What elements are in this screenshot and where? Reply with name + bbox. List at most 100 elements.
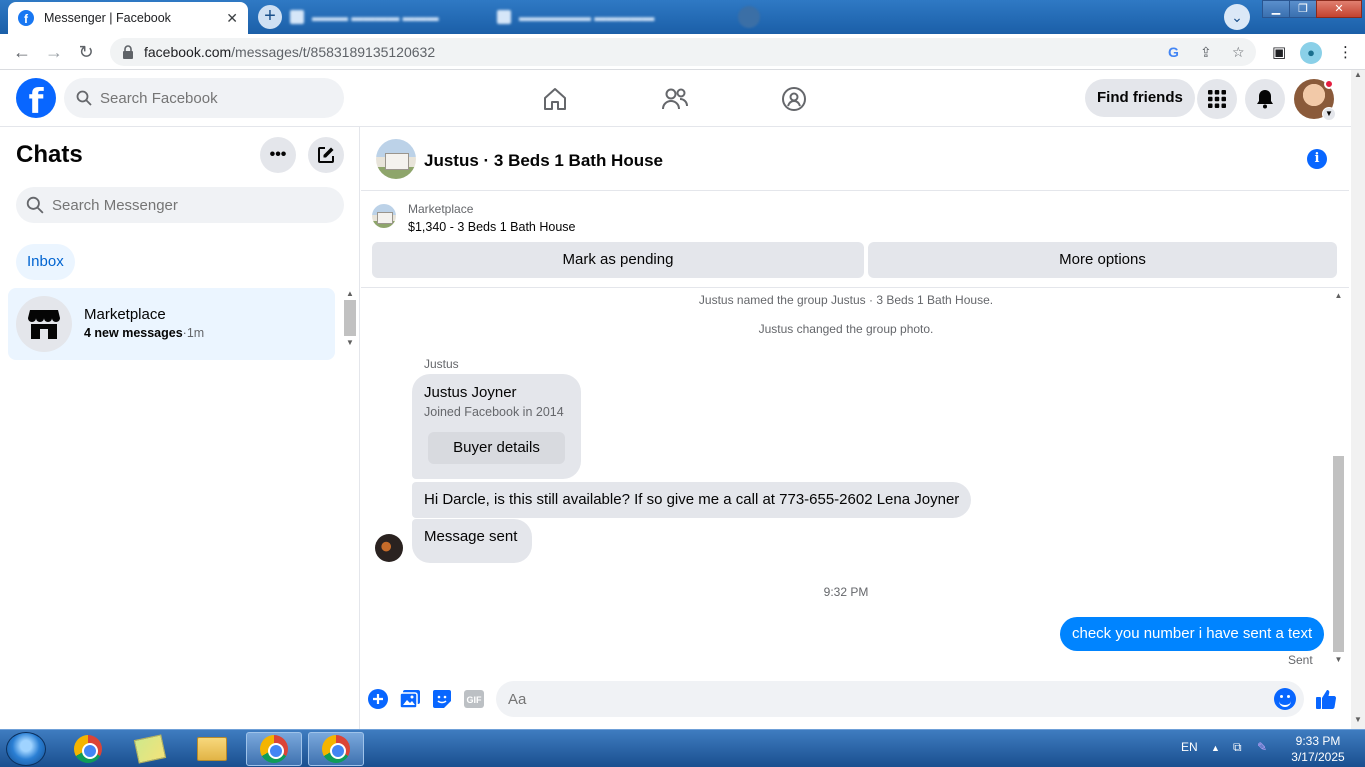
facebook-search-box[interactable] bbox=[64, 78, 344, 118]
chat-options-button[interactable]: ••• bbox=[260, 137, 296, 173]
show-hidden-icons-icon[interactable]: ▲ bbox=[1211, 743, 1220, 753]
browser-tab-blurred[interactable]: ▬▬▬▬▬▬ ▬▬▬▬▬ bbox=[497, 6, 727, 28]
gif-icon[interactable]: GIF bbox=[463, 688, 485, 710]
browser-tab-messenger[interactable]: f Messenger | Facebook ✕ bbox=[8, 2, 248, 34]
listing-title[interactable]: $1,340 - 3 Beds 1 Bath House bbox=[408, 220, 575, 234]
like-thumbs-up-icon[interactable] bbox=[1315, 688, 1337, 710]
more-options-button[interactable]: More options bbox=[868, 242, 1337, 278]
incoming-message-bubble[interactable]: Hi Darcle, is this still available? If s… bbox=[412, 482, 972, 518]
taskbar-chrome-icon[interactable] bbox=[60, 732, 116, 766]
taskbar-sticky-notes-icon[interactable] bbox=[122, 732, 178, 766]
scroll-down-arrow-icon[interactable]: ▼ bbox=[343, 338, 357, 347]
message-composer: GIF bbox=[361, 670, 1349, 728]
clock-date: 3/17/2025 bbox=[1291, 750, 1345, 764]
outgoing-message-bubble[interactable]: check you number i have sent a text bbox=[1060, 617, 1325, 651]
message-thread: Justus named the group Justus · 3 Beds 1… bbox=[361, 289, 1349, 669]
scroll-up-arrow-icon[interactable]: ▲ bbox=[1331, 291, 1346, 303]
incoming-message-bubble[interactable]: Message sent bbox=[412, 519, 533, 563]
back-arrow-icon[interactable]: ← bbox=[10, 40, 34, 64]
new-tab-button[interactable]: + bbox=[258, 5, 282, 29]
message-input-box[interactable] bbox=[496, 681, 1304, 717]
url-host: facebook.com bbox=[144, 44, 232, 60]
scrollbar-thumb[interactable] bbox=[1333, 456, 1344, 652]
buyer-details-button[interactable]: Buyer details bbox=[428, 432, 565, 464]
chrome-profile-icon[interactable]: ● bbox=[1300, 42, 1322, 64]
pen-tray-icon[interactable]: ✎ bbox=[1257, 740, 1267, 754]
friends-nav-icon[interactable] bbox=[655, 82, 695, 116]
taskbar-chrome-window-icon[interactable] bbox=[246, 732, 302, 766]
new-message-button[interactable] bbox=[308, 137, 344, 173]
menu-grid-icon[interactable] bbox=[1197, 79, 1237, 119]
emoji-icon[interactable] bbox=[1274, 688, 1296, 710]
scroll-up-arrow-icon[interactable]: ▲ bbox=[1351, 70, 1365, 84]
sender-avatar[interactable] bbox=[375, 534, 403, 562]
notifications-bell-icon[interactable] bbox=[1245, 79, 1285, 119]
sender-name: Justus bbox=[424, 357, 459, 371]
scroll-down-arrow-icon[interactable]: ▼ bbox=[1331, 655, 1346, 667]
chat-list-scrollbar[interactable]: ▲ ▼ bbox=[343, 289, 357, 359]
forward-arrow-icon[interactable]: → bbox=[42, 40, 66, 64]
maximize-window-button[interactable]: ❐ bbox=[1289, 0, 1317, 18]
bookmark-star-icon[interactable]: ☆ bbox=[1232, 44, 1245, 61]
messenger-search-box[interactable] bbox=[16, 187, 344, 223]
language-indicator[interactable]: EN bbox=[1181, 740, 1198, 754]
more-dots-icon: ••• bbox=[269, 146, 287, 163]
mark-as-pending-button[interactable]: Mark as pending bbox=[372, 242, 864, 278]
close-window-button[interactable]: ✕ bbox=[1316, 0, 1362, 18]
reload-icon[interactable]: ↻ bbox=[74, 40, 98, 64]
chat-preview-time: 1m bbox=[186, 326, 205, 340]
groups-nav-icon[interactable] bbox=[774, 82, 814, 116]
scrollbar-thumb[interactable] bbox=[344, 300, 356, 336]
home-nav-icon[interactable] bbox=[535, 82, 575, 116]
listing-thumbnail[interactable] bbox=[372, 204, 396, 228]
facebook-logo-icon[interactable]: f bbox=[16, 78, 56, 118]
scroll-down-arrow-icon[interactable]: ▼ bbox=[1351, 715, 1365, 729]
system-message: Justus named the group Justus · 3 Beds 1… bbox=[698, 293, 994, 307]
side-panel-icon[interactable]: ▣ bbox=[1272, 43, 1286, 61]
message-input[interactable] bbox=[508, 690, 1248, 708]
windows-taskbar: EN ▲ ⧉ ✎ 9:33 PM 3/17/2025 bbox=[0, 729, 1365, 767]
chats-sidebar: Chats ••• Inbox Marketplace 4 new messag… bbox=[0, 127, 360, 729]
minimize-window-button[interactable]: ▁ bbox=[1262, 0, 1290, 18]
network-icon[interactable]: ⧉ bbox=[1233, 740, 1242, 755]
gif-label: GIF bbox=[467, 695, 483, 705]
windows-start-button[interactable] bbox=[6, 732, 46, 766]
marketplace-listing-banner: Marketplace $1,340 - 3 Beds 1 Bath House… bbox=[361, 192, 1349, 288]
group-photo-avatar[interactable] bbox=[376, 139, 416, 179]
chat-preview: 4 new messages·1m bbox=[84, 326, 204, 340]
browser-tab-strip: f Messenger | Facebook ✕ + ▬▬▬ ▬▬▬▬ ▬▬▬ … bbox=[0, 0, 1365, 34]
share-icon[interactable]: ⇪ bbox=[1200, 44, 1212, 61]
lock-icon bbox=[123, 45, 133, 59]
account-avatar[interactable]: ▼ bbox=[1294, 79, 1336, 121]
taskbar-chrome-profile-window-icon[interactable] bbox=[308, 732, 364, 766]
chat-list-item[interactable]: Marketplace 4 new messages·1m bbox=[8, 288, 335, 360]
close-tab-icon[interactable]: ✕ bbox=[226, 10, 238, 27]
facebook-search-input[interactable] bbox=[100, 89, 300, 107]
messenger-search-input[interactable] bbox=[52, 196, 252, 214]
tab-title: Messenger | Facebook bbox=[44, 11, 171, 25]
page-scrollbar[interactable]: ▲ ▼ bbox=[1351, 70, 1365, 729]
conversation-info-icon[interactable]: i bbox=[1307, 149, 1327, 169]
conversation-title[interactable]: Justus · 3 Beds 1 Bath House bbox=[424, 151, 663, 171]
scroll-up-arrow-icon[interactable]: ▲ bbox=[343, 289, 357, 298]
browser-tab-blurred[interactable]: ▬▬▬ ▬▬▬▬ ▬▬▬ bbox=[290, 6, 480, 28]
system-message: Justus changed the group photo. bbox=[758, 322, 934, 336]
find-friends-button[interactable]: Find friends bbox=[1085, 79, 1195, 117]
chrome-menu-icon[interactable]: ⋮ bbox=[1338, 43, 1353, 61]
google-translate-icon[interactable]: G bbox=[1168, 44, 1179, 60]
facebook-favicon-icon: f bbox=[18, 10, 34, 26]
taskbar-file-explorer-icon[interactable] bbox=[184, 732, 240, 766]
chats-title: Chats bbox=[16, 141, 83, 168]
notification-dot bbox=[1324, 79, 1334, 89]
address-bar[interactable]: facebook.com/messages/t/8583189135120632 bbox=[110, 38, 1256, 66]
compose-icon bbox=[318, 147, 334, 163]
plus-actions-icon[interactable] bbox=[367, 688, 389, 710]
thread-scrollbar[interactable]: ▲ ▼ bbox=[1331, 291, 1346, 667]
marketplace-store-icon bbox=[16, 296, 72, 352]
inbox-filter-tab[interactable]: Inbox bbox=[16, 244, 75, 280]
browser-tab-blurred[interactable] bbox=[738, 6, 760, 28]
system-clock[interactable]: 9:33 PM 3/17/2025 bbox=[1285, 733, 1351, 765]
sticker-icon[interactable] bbox=[431, 688, 453, 710]
tab-search-chevron-icon[interactable]: ⌄ bbox=[1224, 4, 1250, 30]
photo-attach-icon[interactable] bbox=[399, 688, 421, 710]
